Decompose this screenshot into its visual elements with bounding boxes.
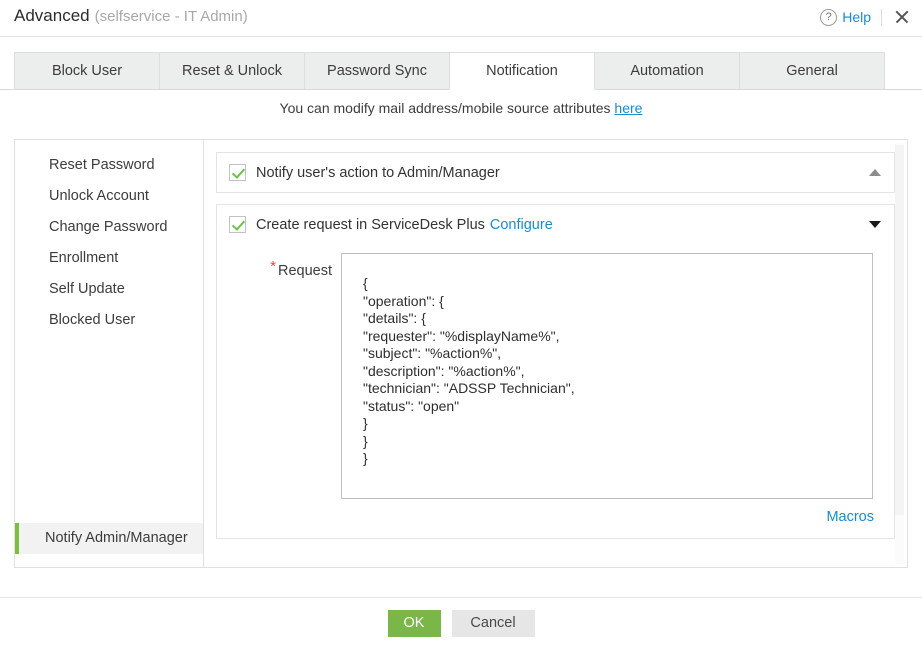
panel-scrollbar[interactable]	[895, 143, 904, 564]
sidebar-item-unlock-account[interactable]: Unlock Account	[15, 181, 203, 212]
footer-divider	[0, 597, 922, 598]
help-link[interactable]: ? Help	[820, 9, 871, 26]
content-area: Reset Password Unlock Account Change Pas…	[14, 139, 908, 568]
question-circle-icon: ?	[820, 9, 837, 26]
window-titlebar: Advanced (selfservice - IT Admin) ? Help	[0, 0, 922, 37]
tab-block-user[interactable]: Block User	[14, 52, 160, 89]
sidebar-item-label: Reset Password	[49, 157, 155, 173]
tab-automation[interactable]: Automation	[594, 52, 740, 89]
tab-label: Block User	[52, 63, 122, 79]
sidebar-item-label: Unlock Account	[49, 188, 149, 204]
tab-label: Notification	[486, 63, 558, 79]
macros-row: Macros	[217, 508, 894, 526]
required-asterisk: *	[270, 258, 276, 275]
sidebar-item-label: Blocked User	[49, 312, 135, 328]
sidebar-item-reset-password[interactable]: Reset Password	[15, 150, 203, 181]
help-label: Help	[842, 9, 871, 25]
header-divider	[881, 9, 882, 26]
section-label: Notify user's action to Admin/Manager	[256, 165, 500, 181]
section-header[interactable]: Create request in ServiceDesk Plus Confi…	[217, 205, 894, 244]
tab-label: Automation	[630, 63, 703, 79]
page-title-subtitle: (selfservice - IT Admin)	[95, 8, 248, 25]
sidebar-item-label: Change Password	[49, 219, 168, 235]
close-icon[interactable]	[892, 7, 912, 27]
configure-link[interactable]: Configure	[490, 217, 553, 233]
sidebar: Reset Password Unlock Account Change Pas…	[15, 140, 204, 567]
dialog-footer: OK Cancel	[0, 610, 922, 637]
tab-notification[interactable]: Notification	[449, 52, 595, 90]
sidebar-item-notify-admin-manager[interactable]: Notify Admin/Manager	[15, 523, 203, 554]
section-header[interactable]: Notify user's action to Admin/Manager	[217, 153, 894, 192]
tab-bar: Block User Reset & Unlock Password Sync …	[0, 52, 922, 90]
sidebar-item-change-password[interactable]: Change Password	[15, 212, 203, 243]
tab-general[interactable]: General	[739, 52, 885, 89]
tab-label: Password Sync	[327, 63, 427, 79]
info-message-text: You can modify mail address/mobile sourc…	[280, 100, 611, 116]
section-label: Create request in ServiceDesk Plus	[256, 217, 485, 233]
cancel-button[interactable]: Cancel	[452, 610, 535, 637]
section-body: *Request Macros	[217, 244, 894, 538]
settings-panel: Notify user's action to Admin/Manager Cr…	[204, 140, 907, 567]
section-notify-user-action: Notify user's action to Admin/Manager	[216, 152, 895, 193]
page-title-main: Advanced	[14, 6, 90, 25]
sidebar-bottom-group: Notify Admin/Manager	[15, 513, 203, 554]
request-input[interactable]	[341, 253, 873, 499]
request-label-group: *Request	[217, 253, 341, 279]
request-field-row: *Request	[217, 253, 894, 499]
page-title: Advanced (selfservice - IT Admin)	[14, 6, 248, 26]
sidebar-item-blocked-user[interactable]: Blocked User	[15, 305, 203, 336]
info-here-link[interactable]: here	[614, 100, 642, 116]
sidebar-item-label: Notify Admin/Manager	[45, 530, 188, 546]
chevron-up-icon[interactable]	[869, 169, 881, 176]
tab-label: Reset & Unlock	[182, 63, 282, 79]
section-create-request-servicedesk: Create request in ServiceDesk Plus Confi…	[216, 204, 895, 539]
sidebar-item-label: Self Update	[49, 281, 125, 297]
tab-password-sync[interactable]: Password Sync	[304, 52, 450, 89]
info-message: You can modify mail address/mobile sourc…	[0, 100, 922, 116]
create-request-checkbox[interactable]	[229, 216, 246, 233]
request-label: Request	[278, 263, 332, 279]
header-actions: ? Help	[820, 7, 912, 27]
tab-label: General	[786, 63, 838, 79]
sidebar-item-label: Enrollment	[49, 250, 118, 266]
ok-button[interactable]: OK	[388, 610, 441, 637]
chevron-down-icon[interactable]	[869, 221, 881, 228]
macros-link[interactable]: Macros	[826, 509, 874, 525]
sidebar-item-enrollment[interactable]: Enrollment	[15, 243, 203, 274]
notify-user-action-checkbox[interactable]	[229, 164, 246, 181]
panel-scrollbar-thumb[interactable]	[895, 145, 904, 515]
sidebar-item-self-update[interactable]: Self Update	[15, 274, 203, 305]
tab-reset-unlock[interactable]: Reset & Unlock	[159, 52, 305, 89]
